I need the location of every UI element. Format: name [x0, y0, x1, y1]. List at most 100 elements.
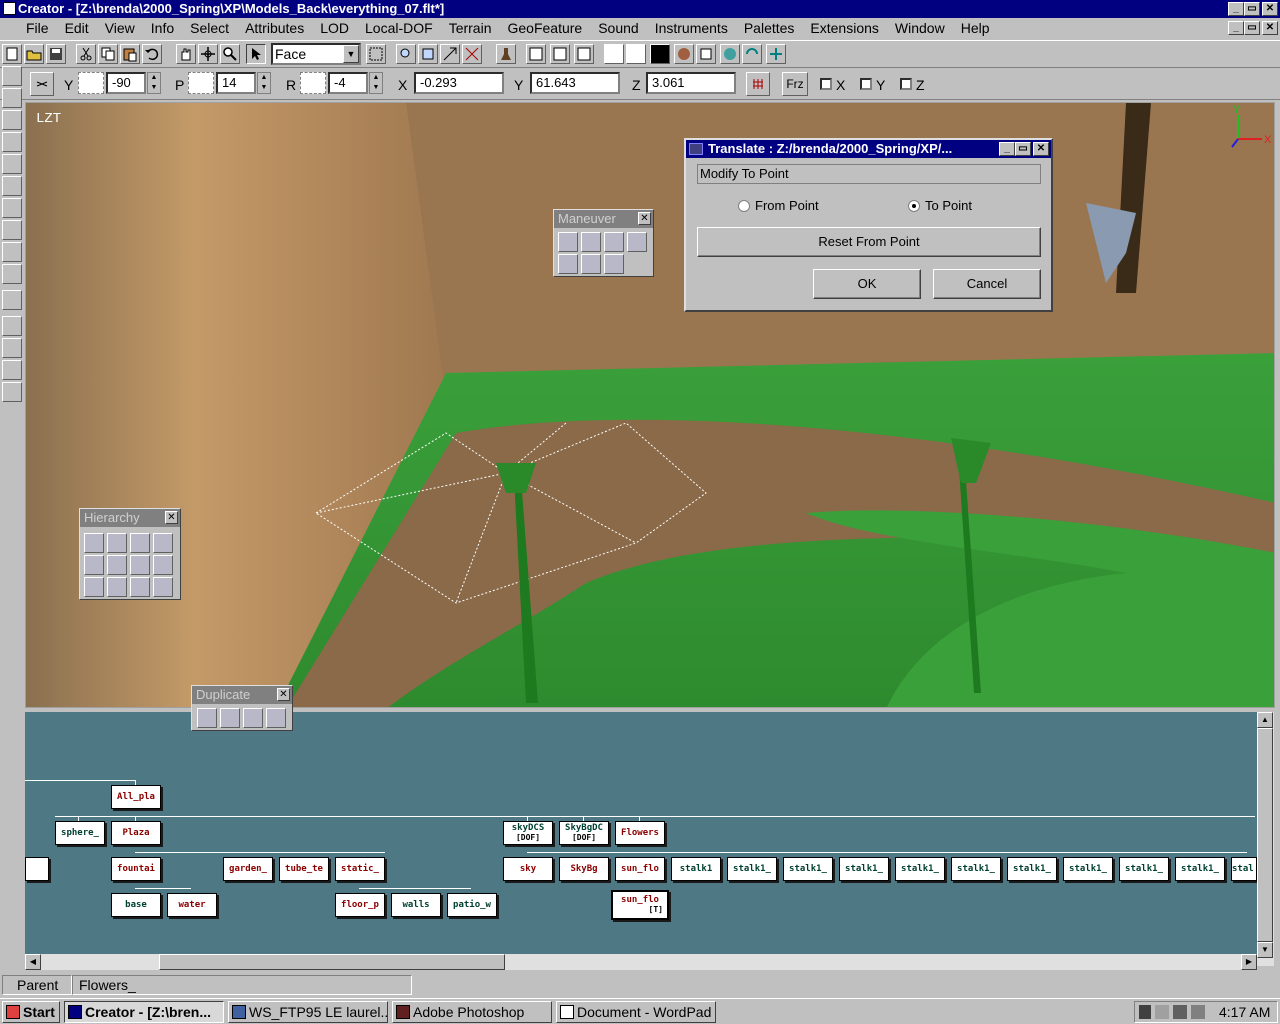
y-coordinate-input[interactable]: 61.643: [530, 72, 620, 94]
globe-tool-icon[interactable]: [2, 382, 22, 402]
from-point-radio[interactable]: [738, 200, 750, 212]
detach-icon[interactable]: [107, 533, 127, 553]
translate-icon[interactable]: [558, 232, 578, 252]
menu-help[interactable]: Help: [961, 20, 998, 36]
menu-geofeature[interactable]: GeoFeature: [507, 20, 590, 36]
line-tool-icon[interactable]: [2, 264, 22, 284]
node-sky[interactable]: sky: [503, 857, 553, 881]
tpc-icon[interactable]: [604, 254, 624, 274]
move-view-icon[interactable]: [198, 44, 218, 64]
texture-icon[interactable]: [696, 44, 716, 64]
collapse-icon[interactable]: [84, 577, 104, 597]
clock[interactable]: 4:17 AM: [1219, 1002, 1270, 1022]
zoom-select-icon[interactable]: [396, 44, 416, 64]
network-icon[interactable]: [1139, 1005, 1151, 1019]
close-icon[interactable]: ✕: [638, 212, 651, 225]
reset-from-point-button[interactable]: Reset From Point: [697, 227, 1041, 257]
node-stalk[interactable]: stalk1_: [839, 857, 889, 881]
group-icon[interactable]: [130, 533, 150, 553]
child-close-button[interactable]: ✕: [1262, 21, 1278, 35]
node-flowers[interactable]: Flowers: [615, 821, 665, 845]
to-point-label[interactable]: To Point: [925, 198, 972, 213]
color-white-swatch[interactable]: [604, 44, 624, 64]
paste-icon[interactable]: [120, 44, 140, 64]
menu-extensions[interactable]: Extensions: [810, 20, 886, 36]
task-photoshop[interactable]: Adobe Photoshop: [392, 1001, 552, 1023]
node-skybg[interactable]: SkyBg: [559, 857, 609, 881]
node-walls[interactable]: walls: [391, 893, 441, 917]
node-sun-flo-selected[interactable]: sun_flo [T]: [611, 890, 669, 920]
menu-sound[interactable]: Sound: [598, 20, 646, 36]
new-icon[interactable]: [2, 44, 22, 64]
node-stalk[interactable]: stalk1: [671, 857, 721, 881]
node-static[interactable]: static_: [335, 857, 385, 881]
node-plaza[interactable]: Plaza: [111, 821, 161, 845]
close-button[interactable]: ✕: [1262, 2, 1278, 16]
menu-terrain[interactable]: Terrain: [449, 20, 500, 36]
move-up-icon[interactable]: [130, 555, 150, 575]
node-garden[interactable]: garden_: [223, 857, 273, 881]
move-down-icon[interactable]: [153, 555, 173, 575]
x-coordinate-input[interactable]: -0.293: [414, 72, 504, 94]
node-sphere[interactable]: sphere_: [55, 821, 105, 845]
color-light-swatch[interactable]: [626, 44, 646, 64]
menu-local-dof[interactable]: Local-DOF: [365, 20, 441, 36]
link-icon[interactable]: [153, 533, 173, 553]
pitch-spinner[interactable]: ▲ ▼: [257, 72, 271, 94]
replicate-icon[interactable]: [220, 708, 240, 728]
menu-file[interactable]: File: [26, 20, 57, 36]
vertical-scroll-thumb[interactable]: [1257, 728, 1273, 942]
dof-tool-icon[interactable]: [2, 360, 22, 380]
refresh-icon[interactable]: [742, 44, 762, 64]
move-along-icon[interactable]: [581, 254, 601, 274]
select-mode-dropdown[interactable]: Face ▼: [271, 43, 361, 65]
fit-view-icon[interactable]: [418, 44, 438, 64]
maneuver-palette-title[interactable]: Maneuver ✕: [554, 210, 653, 228]
menu-window[interactable]: Window: [895, 20, 953, 36]
node-fountain[interactable]: fountai: [111, 857, 161, 881]
rotate-edge-icon[interactable]: [558, 254, 578, 274]
color-black-swatch[interactable]: [650, 44, 670, 64]
node-stalk[interactable]: stalk1_: [1007, 857, 1057, 881]
dialog-maximize-button[interactable]: ▭: [1015, 142, 1031, 156]
texture-tool-icon[interactable]: [2, 220, 22, 240]
cut-icon[interactable]: [76, 44, 96, 64]
node-base[interactable]: base: [111, 893, 161, 917]
xyz-icon[interactable]: [550, 44, 570, 64]
dialog-close-button[interactable]: ✕: [1033, 142, 1049, 156]
pitch-input[interactable]: 14: [216, 72, 256, 94]
task-creator[interactable]: Creator - [Z:\bren...: [64, 1001, 224, 1023]
select-arrow-icon[interactable]: [246, 44, 266, 64]
maneuver-tool-icon[interactable]: [2, 154, 22, 174]
freeze-y-checkbox[interactable]: [860, 78, 872, 90]
push-icon[interactable]: [130, 577, 150, 597]
roll-input[interactable]: -4: [328, 72, 368, 94]
node-floor-p[interactable]: floor_p: [335, 893, 385, 917]
close-icon[interactable]: ✕: [277, 688, 290, 701]
map-tool-icon[interactable]: [2, 242, 22, 262]
node-sun-flo[interactable]: sun_flo: [615, 857, 665, 881]
duplicate-palette-title[interactable]: Duplicate ✕: [192, 686, 292, 704]
view-icon[interactable]: [440, 44, 460, 64]
node-offscreen[interactable]: [25, 857, 49, 881]
node-tube-te[interactable]: tube_te: [279, 857, 329, 881]
from-point-label[interactable]: From Point: [755, 198, 819, 213]
child-icon[interactable]: [107, 555, 127, 575]
minimize-button[interactable]: _: [1228, 2, 1244, 16]
roll-spinner[interactable]: ▲ ▼: [369, 72, 383, 94]
restore-button[interactable]: ▭: [1244, 2, 1260, 16]
menu-lod[interactable]: LOD: [320, 20, 357, 36]
horizontal-scrollbar[interactable]: ◀ ▶: [25, 954, 1257, 970]
menu-info[interactable]: Info: [151, 20, 182, 36]
3d-viewport[interactable]: Y X LZT Maneuver ✕ Hierarchy ✕ Translate :…: [25, 102, 1275, 708]
child-minimize-button[interactable]: _: [1228, 21, 1244, 35]
center-view-icon[interactable]: [462, 44, 482, 64]
hierarchy-palette-title[interactable]: Hierarchy ✕: [80, 509, 180, 527]
freeze-button[interactable]: Frz: [782, 72, 808, 96]
node-all-pla[interactable]: All_pla: [111, 785, 161, 809]
tree-icon[interactable]: [107, 577, 127, 597]
copy-icon[interactable]: [98, 44, 118, 64]
open-folder-icon[interactable]: [24, 44, 44, 64]
node-stalk[interactable]: stalk1_: [1119, 857, 1169, 881]
point-tool-icon[interactable]: [2, 290, 22, 310]
